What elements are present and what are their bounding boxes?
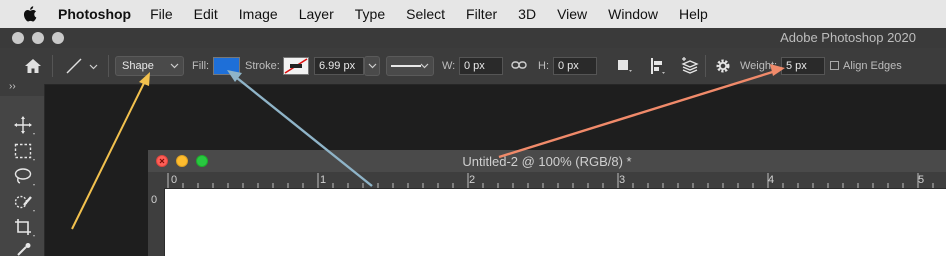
chevron-down-icon [368,63,377,69]
path-arrangement-icon[interactable] [680,56,700,76]
weight-input[interactable]: 5 px [781,57,825,75]
tool-mode-dropdown[interactable]: Shape [115,56,184,76]
chevron-down-icon [170,63,179,69]
height-label: H: [538,60,549,72]
ruler-label-4: 4 [768,174,775,186]
crop-tool-icon[interactable] [14,218,36,238]
lasso-tool-icon[interactable] [14,167,36,187]
move-tool-icon[interactable] [14,116,36,136]
app-title-bar: Adobe Photoshop 2020 [0,28,946,48]
quick-selection-tool-icon[interactable] [14,193,36,213]
collapse-icon[interactable]: ›› [9,81,16,92]
line-tool-preset-picker[interactable] [64,57,104,75]
eyedropper-tool-icon[interactable] [14,243,36,256]
document-canvas[interactable] [165,189,946,256]
ruler-label-2: 2 [469,174,476,186]
menu-image[interactable]: Image [239,6,278,22]
menu-filter[interactable]: Filter [466,6,497,22]
menu-edit[interactable]: Edit [194,6,218,22]
align-edges-checkbox[interactable] [830,61,839,70]
document-title: Untitled-2 @ 100% (RGB/8) * [462,154,632,169]
ruler-ticks [167,173,934,188]
separator [705,55,706,77]
separator [52,55,53,77]
link-icon[interactable] [511,59,527,71]
menu-file[interactable]: File [150,6,173,22]
horizontal-ruler[interactable] [148,172,946,189]
ruler-label-5: 5 [918,174,925,186]
ruler-label-1: 1 [320,174,327,186]
options-bar: Shape Fill: Stroke: 6.99 px W: 0 px H: 0… [0,48,946,85]
menu-help[interactable]: Help [679,6,708,22]
tools-panel-header[interactable]: ›› [0,81,44,96]
app-title: Adobe Photoshop 2020 [780,30,916,45]
path-operations-icon[interactable] [616,58,634,74]
fill-label: Fill: [192,60,210,72]
height-input[interactable]: 0 px [553,57,597,75]
menu-photoshop[interactable]: Photoshop [58,6,131,22]
separator [108,55,109,77]
menu-bar: Photoshop File Edit Image Layer Type Sel… [0,0,946,29]
apple-menu-icon[interactable] [22,5,40,23]
gear-icon[interactable] [714,57,732,75]
minimize-window-button[interactable] [32,32,44,44]
ruler-label-3: 3 [619,174,626,186]
chevron-down-icon [420,63,429,69]
fill-color-swatch[interactable] [213,57,240,75]
menu-layer[interactable]: Layer [299,6,334,22]
stroke-width-dropdown[interactable] [364,56,380,76]
solid-line-icon [391,65,421,67]
width-label: W: [442,60,456,72]
menu-type[interactable]: Type [355,6,385,22]
marquee-tool-icon[interactable] [14,142,36,162]
vertical-ruler-label-0: 0 [151,194,158,206]
menu-view[interactable]: View [557,6,587,22]
home-icon[interactable] [24,58,42,74]
weight-label: Weight: [740,60,778,72]
stroke-label: Stroke: [245,60,280,72]
close-window-button[interactable] [12,32,24,44]
zoom-window-button[interactable] [52,32,64,44]
chevron-down-icon [89,64,98,70]
menu-select[interactable]: Select [406,6,445,22]
ruler-label-0: 0 [171,174,178,186]
width-input[interactable]: 0 px [459,57,503,75]
align-edges-label: Align Edges [843,60,902,72]
stroke-type-dropdown[interactable] [386,56,434,76]
menu-window[interactable]: Window [608,6,658,22]
path-alignment-icon[interactable] [649,57,667,75]
tool-mode-value: Shape [122,60,154,72]
stroke-width-input[interactable]: 6.99 px [314,57,364,75]
stroke-color-swatch[interactable] [283,57,309,75]
menu-3d[interactable]: 3D [518,6,536,22]
